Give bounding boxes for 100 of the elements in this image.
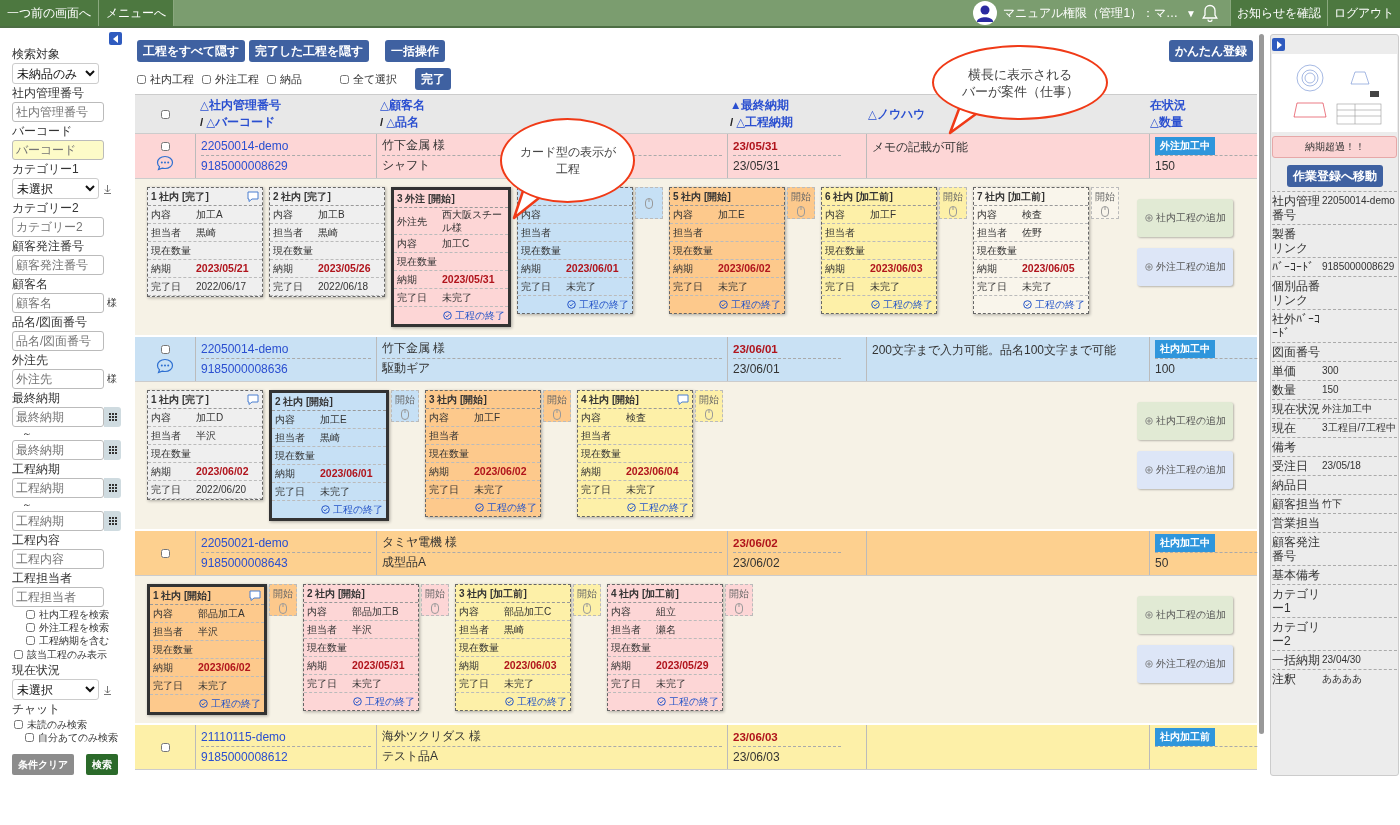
- job-row[interactable]: 22050014-demo 9185000008636 竹下金属 様 駆動ギア 23/06/01 23/06/01 200文字まで入力可能。品名100文字まで可能 社内加工中 100: [135, 337, 1257, 382]
- link-text[interactable]: リンク: [1272, 241, 1320, 255]
- expand-button[interactable]: [1272, 38, 1285, 51]
- sort-link[interactable]: △社内管理番号: [200, 98, 281, 113]
- header-button[interactable]: ログアウト: [1327, 0, 1400, 26]
- finish-link[interactable]: 工程の終了: [657, 695, 719, 708]
- checkbox-label[interactable]: 外注工程: [215, 72, 259, 86]
- finish-link[interactable]: 工程の終了: [627, 501, 689, 514]
- checkbox[interactable]: [25, 733, 34, 742]
- process-card[interactable]: 7 社内 [加工前] 内容 検査 担当者 佐野 現在数量 納期 2023/06/05 完了日 未完了 工程の終了: [973, 187, 1089, 314]
- finish-link[interactable]: 工程の終了: [1023, 298, 1085, 311]
- input-field[interactable]: 社内管理番号: [12, 102, 104, 122]
- checkbox-label[interactable]: 社内工程を検索: [39, 608, 109, 621]
- row-checkbox[interactable]: [160, 142, 170, 151]
- calendar-button[interactable]: [104, 407, 121, 427]
- process-card[interactable]: 4 社内 [開始] 内容 検査 担当者 現在数量 納期 2023/06/04 完了日 未完了 工程の終了: [577, 390, 693, 517]
- start-button[interactable]: 開始: [543, 390, 571, 422]
- checkbox[interactable]: [202, 74, 211, 84]
- toolbar-button[interactable]: 工程をすべて隠す: [137, 40, 245, 62]
- finish-link[interactable]: 工程の終了: [505, 695, 567, 708]
- select-field[interactable]: 未選択: [12, 679, 99, 700]
- process-card[interactable]: 4 社内 [加工前] 内容 組立 担当者 瀬名 現在数量 納期 2023/05/29 完了日 未完了 工程の終了: [607, 584, 723, 711]
- checkbox-label[interactable]: 工程納期を含む: [39, 634, 109, 647]
- sort-link[interactable]: △バーコード: [206, 116, 276, 128]
- barcode-link[interactable]: 9185000008629: [201, 158, 288, 173]
- scrollbar[interactable]: [1259, 34, 1264, 734]
- process-card[interactable]: 3 社内 [加工前] 内容 部品加工C 担当者 黒崎 現在数量 納期 2023/06/03 完了日 未完了 工程の終了: [455, 584, 571, 711]
- start-button[interactable]: 開始: [725, 584, 753, 616]
- checkbox[interactable]: [26, 610, 35, 619]
- sort-link[interactable]: △工程納期: [736, 116, 794, 128]
- header-button[interactable]: お知らせを確認: [1230, 0, 1327, 26]
- start-button[interactable]: 開始: [269, 584, 297, 616]
- date-field[interactable]: 最終納期: [12, 407, 104, 427]
- toolbar-button[interactable]: 一括操作: [385, 40, 445, 62]
- add-process-button[interactable]: 社内工程の追加: [1137, 199, 1233, 237]
- drawing-thumbnail[interactable]: [1272, 54, 1397, 132]
- finish-link[interactable]: 工程の終了: [199, 697, 261, 710]
- start-button[interactable]: 開始: [391, 390, 419, 422]
- sort-link[interactable]: ▲最終納期: [730, 98, 790, 113]
- sort-link[interactable]: △顧客名: [380, 98, 425, 113]
- go-to-work-button[interactable]: 作業登録へ移動: [1286, 165, 1383, 187]
- select-field[interactable]: 未選択: [12, 178, 99, 199]
- link-text[interactable]: リンク: [1272, 293, 1320, 307]
- checkbox[interactable]: [267, 74, 276, 84]
- finish-link[interactable]: 工程の終了: [475, 501, 537, 514]
- checkbox-label[interactable]: 該当工程のみ表示: [27, 648, 107, 661]
- checkbox[interactable]: [137, 74, 146, 84]
- toolbar-button[interactable]: 完了した工程を隠す: [249, 40, 369, 62]
- process-card[interactable]: 2 社内 [完了] 内容 加工B 担当者 黒崎 現在数量 納期 2023/05/26 完了日 2022/06/18: [269, 187, 385, 297]
- input-field[interactable]: 工程内容: [12, 549, 104, 569]
- date-field[interactable]: 最終納期: [12, 440, 104, 460]
- finish-link[interactable]: 工程の終了: [321, 503, 383, 516]
- start-button[interactable]: 開始: [939, 187, 967, 219]
- nav-button[interactable]: 一つ前の画面へ: [0, 0, 99, 26]
- add-process-button[interactable]: 外注工程の追加: [1137, 451, 1233, 489]
- process-card[interactable]: 5 社内 [開始] 内容 加工E 担当者 現在数量 納期 2023/06/02 完了日 未完了 工程の終了: [669, 187, 785, 314]
- barcode-link[interactable]: 9185000008643: [201, 555, 288, 570]
- select-all-checkbox[interactable]: [160, 109, 170, 119]
- select-field[interactable]: 未納品のみ: [12, 63, 99, 84]
- start-button[interactable]: 開始: [1091, 187, 1119, 219]
- start-button[interactable]: 開始: [421, 584, 449, 616]
- input-field[interactable]: 顧客名: [12, 293, 104, 313]
- input-field[interactable]: カテゴリー2: [12, 217, 104, 237]
- collapse-button[interactable]: [109, 32, 122, 45]
- calendar-button[interactable]: [104, 511, 121, 531]
- input-field[interactable]: 工程担当者: [12, 587, 104, 607]
- start-button[interactable]: 開始: [787, 187, 815, 219]
- date-field[interactable]: 工程納期: [12, 478, 104, 498]
- checkbox-label[interactable]: 未読のみ検索: [27, 718, 87, 731]
- process-card[interactable]: 3 外注 [開始] 外注先 西大阪スチール様 内容 加工C 現在数量 納期 2023/05/31 完了日 未完了 工程の終了: [391, 187, 511, 327]
- calendar-button[interactable]: [104, 440, 121, 460]
- checkbox-label[interactable]: 外注工程を検索: [39, 621, 109, 634]
- barcode-link[interactable]: 9185000008636: [201, 361, 288, 376]
- process-card[interactable]: 2 社内 [開始] 内容 部品加工B 担当者 半沢 現在数量 納期 2023/05/31 完了日 未完了 工程の終了: [303, 584, 419, 711]
- finish-link[interactable]: 工程の終了: [871, 298, 933, 311]
- search-button[interactable]: 検索: [86, 754, 118, 775]
- add-process-button[interactable]: 社内工程の追加: [1137, 596, 1233, 634]
- start-button[interactable]: 開始: [695, 390, 723, 422]
- start-button[interactable]: 開始: [573, 584, 601, 616]
- checkbox-label[interactable]: 自分あてのみ検索: [38, 731, 118, 744]
- sort-link[interactable]: 在状況: [1150, 98, 1186, 113]
- input-field[interactable]: 顧客発注番号: [12, 255, 104, 275]
- sort-link[interactable]: △品名: [386, 116, 420, 128]
- input-field[interactable]: 品名/図面番号: [12, 331, 104, 351]
- job-row[interactable]: 22050021-demo 9185000008643 タミヤ電機 様 成型品A 23/06/02 23/06/02 社内加工中 50: [135, 531, 1257, 576]
- job-id-link[interactable]: 22050021-demo: [201, 535, 289, 550]
- checkbox[interactable]: [14, 650, 23, 659]
- finish-link[interactable]: 工程の終了: [719, 298, 781, 311]
- add-process-button[interactable]: 社内工程の追加: [1137, 402, 1233, 440]
- barcode-link[interactable]: 9185000008612: [201, 749, 288, 764]
- row-checkbox[interactable]: [160, 548, 170, 558]
- checkbox[interactable]: [26, 636, 35, 645]
- clear-button[interactable]: 条件クリア: [12, 754, 74, 775]
- job-id-link[interactable]: 22050014-demo: [201, 341, 289, 356]
- sort-link[interactable]: △数量: [1150, 116, 1183, 128]
- process-card[interactable]: 1 社内 [完了] 内容 加工A 担当者 黒崎 現在数量 納期 2023/05/21 完了日 2022/06/17: [147, 187, 263, 297]
- date-field[interactable]: 工程納期: [12, 511, 104, 531]
- process-card[interactable]: 6 社内 [加工前] 内容 加工F 担当者 現在数量 納期 2023/06/03 完了日 未完了 工程の終了: [821, 187, 937, 314]
- checkbox-label[interactable]: 全て選択: [353, 72, 397, 86]
- finish-link[interactable]: 工程の終了: [567, 298, 629, 311]
